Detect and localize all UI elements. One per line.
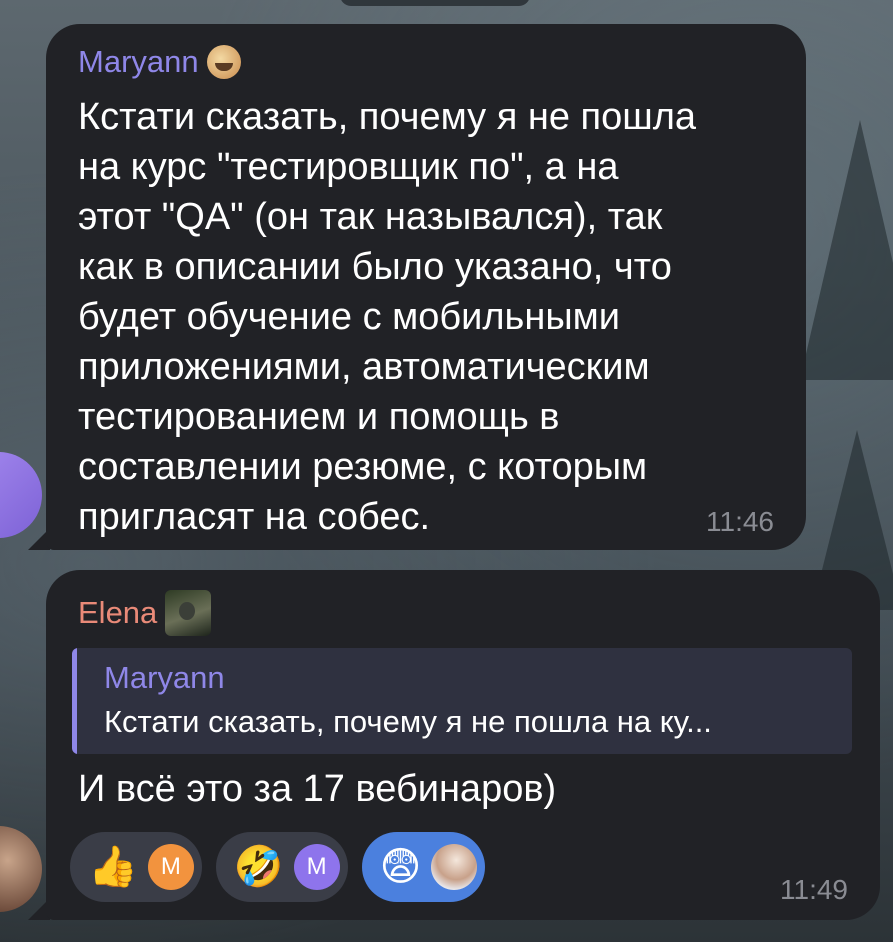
message-time: 11:46 bbox=[706, 506, 774, 537]
message-time: 11:49 bbox=[780, 874, 848, 905]
sender-name-label: Maryann bbox=[78, 44, 199, 79]
sender-name[interactable]: Elena bbox=[78, 590, 212, 636]
message-bubble[interactable]: Maryann Кстати сказать, почему я не пошл… bbox=[46, 24, 806, 550]
rofl-icon: 🤣 bbox=[233, 844, 284, 890]
avatar[interactable] bbox=[0, 826, 42, 912]
reply-preview[interactable]: Maryann Кстати сказать, почему я не пошл… bbox=[72, 648, 852, 754]
reaction-rofl[interactable]: 🤣 M bbox=[215, 832, 348, 902]
reaction-thumbs-up[interactable]: 👍 M bbox=[70, 832, 202, 902]
sender-photo-badge-icon bbox=[165, 590, 212, 636]
reactor-avatar: M bbox=[293, 844, 340, 890]
reactor-avatar: M bbox=[147, 844, 194, 890]
sender-name-label: Elena bbox=[78, 595, 158, 630]
reply-sender-name: Maryann bbox=[104, 660, 225, 695]
top-date-pill bbox=[340, 0, 530, 6]
fearful-face-icon: 😨 bbox=[379, 844, 422, 890]
reactor-avatar bbox=[431, 844, 478, 890]
thumbs-up-icon: 👍 bbox=[88, 844, 138, 890]
grinning-face-emoji-icon bbox=[206, 45, 241, 79]
avatar[interactable] bbox=[0, 452, 42, 538]
sender-name[interactable]: Maryann bbox=[78, 44, 241, 80]
reply-text: Кстати сказать, почему я не пошла на ку.… bbox=[104, 704, 712, 739]
message-text: Кстати сказать, почему я не пошла на кур… bbox=[78, 96, 697, 538]
reply-accent-bar bbox=[72, 648, 77, 754]
background-tree bbox=[800, 120, 893, 380]
reactions-bar: 👍 M 🤣 M 😨 bbox=[70, 832, 486, 902]
message-bubble[interactable]: Elena Maryann Кстати сказать, почему я н… bbox=[46, 570, 880, 920]
reaction-fearful[interactable]: 😨 bbox=[361, 832, 486, 902]
message-text: И всё это за 17 вебинаров) bbox=[78, 768, 557, 810]
